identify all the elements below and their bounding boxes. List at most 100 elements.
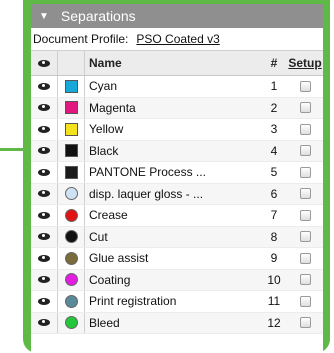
color-swatch-cell xyxy=(57,140,85,161)
setup-checkbox-cell xyxy=(287,231,323,243)
table-row[interactable]: Coating 10 xyxy=(31,269,323,291)
visibility-header-eye-icon[interactable] xyxy=(31,59,57,67)
setup-checkbox[interactable] xyxy=(299,102,311,114)
setup-checkbox-cell xyxy=(287,274,323,286)
setup-checkbox[interactable] xyxy=(299,231,311,243)
color-swatch-cell xyxy=(57,97,85,118)
separation-name: Cyan xyxy=(89,79,118,94)
separation-number: 6 xyxy=(270,186,278,201)
color-swatch-cell xyxy=(57,119,85,140)
visibility-eye-icon[interactable] xyxy=(31,276,57,284)
name-column-header[interactable]: Name xyxy=(85,56,261,70)
color-swatch xyxy=(64,101,78,115)
setup-checkbox-cell xyxy=(287,166,323,178)
table-row[interactable]: Magenta 2 xyxy=(31,97,323,119)
swatch-header xyxy=(57,51,85,75)
color-swatch xyxy=(64,187,78,201)
separation-name: Cut xyxy=(89,229,108,244)
document-profile-row: Document Profile: PSO Coated v3 xyxy=(31,28,323,51)
visibility-eye-icon[interactable] xyxy=(31,254,57,262)
panel-title-bar[interactable]: ▼ Separations xyxy=(31,4,323,28)
separation-name: Glue assist xyxy=(89,251,149,266)
visibility-eye-icon[interactable] xyxy=(31,233,57,241)
separation-number: 12 xyxy=(267,315,281,330)
color-swatch xyxy=(64,165,78,179)
visibility-eye-icon[interactable] xyxy=(31,211,57,219)
table-row[interactable]: Bleed 12 xyxy=(31,312,323,334)
separation-name: Magenta xyxy=(89,100,136,115)
setup-checkbox-cell xyxy=(287,145,323,157)
color-swatch xyxy=(64,251,78,265)
separation-number: 7 xyxy=(270,208,278,223)
separation-number: 9 xyxy=(270,251,278,266)
setup-column-header[interactable]: Setup xyxy=(287,56,323,70)
visibility-eye-icon[interactable] xyxy=(31,319,57,327)
setup-checkbox[interactable] xyxy=(299,295,311,307)
separation-name: Black xyxy=(89,143,119,158)
separation-number: 8 xyxy=(270,229,278,244)
color-swatch-cell xyxy=(57,226,85,247)
color-swatch-cell xyxy=(57,76,85,97)
color-swatch-cell xyxy=(57,162,85,183)
visibility-eye-icon[interactable] xyxy=(31,168,57,176)
visibility-eye-icon[interactable] xyxy=(31,147,57,155)
separations-list: Cyan 1 Magenta 2 Yellow 3 Black 4 PANTONE Proces… xyxy=(31,76,323,334)
visibility-eye-icon[interactable] xyxy=(31,82,57,90)
color-swatch xyxy=(64,273,78,287)
separation-number: 5 xyxy=(270,165,278,180)
setup-checkbox[interactable] xyxy=(299,274,311,286)
separation-name: Crease xyxy=(89,208,128,223)
table-row[interactable]: disp. laquer gloss - ... 6 xyxy=(31,183,323,205)
separation-number: 10 xyxy=(267,272,281,287)
setup-checkbox[interactable] xyxy=(299,209,311,221)
setup-checkbox[interactable] xyxy=(299,252,311,264)
number-column-header[interactable]: # xyxy=(261,56,287,70)
setup-checkbox-cell xyxy=(287,209,323,221)
setup-checkbox[interactable] xyxy=(299,80,311,92)
color-swatch xyxy=(64,79,78,93)
visibility-eye-icon[interactable] xyxy=(31,104,57,112)
color-swatch-cell xyxy=(57,183,85,204)
color-swatch xyxy=(64,122,78,136)
color-swatch-cell xyxy=(57,248,85,269)
setup-checkbox[interactable] xyxy=(299,166,311,178)
color-swatch-cell xyxy=(57,205,85,226)
separation-name: disp. laquer gloss - ... xyxy=(89,186,204,201)
setup-checkbox-cell xyxy=(287,252,323,264)
color-swatch xyxy=(64,144,78,158)
color-swatch-cell xyxy=(57,312,85,333)
setup-checkbox[interactable] xyxy=(299,145,311,157)
setup-checkbox-cell xyxy=(287,80,323,92)
document-profile-link[interactable]: PSO Coated v3 xyxy=(136,32,219,46)
table-row[interactable]: Cyan 1 xyxy=(31,76,323,98)
setup-checkbox[interactable] xyxy=(299,123,311,135)
setup-checkbox-cell xyxy=(287,317,323,329)
visibility-eye-icon[interactable] xyxy=(31,125,57,133)
color-swatch-cell xyxy=(57,269,85,290)
table-row[interactable]: Black 4 xyxy=(31,140,323,162)
table-row[interactable]: Cut 8 xyxy=(31,226,323,248)
document-profile-label: Document Profile: xyxy=(33,32,129,46)
setup-checkbox[interactable] xyxy=(299,188,311,200)
setup-checkbox[interactable] xyxy=(299,317,311,329)
setup-checkbox-cell xyxy=(287,295,323,307)
color-swatch xyxy=(64,316,78,330)
collapse-triangle-icon[interactable]: ▼ xyxy=(39,11,49,22)
table-row[interactable]: PANTONE Process ... 5 xyxy=(31,162,323,184)
visibility-eye-icon[interactable] xyxy=(31,297,57,305)
visibility-eye-icon[interactable] xyxy=(31,190,57,198)
setup-checkbox-cell xyxy=(287,102,323,114)
separation-name: PANTONE Process ... xyxy=(89,165,206,180)
panel-title: Separations xyxy=(60,8,136,24)
table-row[interactable]: Glue assist 9 xyxy=(31,248,323,270)
separation-number: 11 xyxy=(267,294,281,309)
separation-number: 1 xyxy=(270,79,278,94)
color-swatch xyxy=(64,208,78,222)
setup-checkbox-cell xyxy=(287,188,323,200)
table-row[interactable]: Crease 7 xyxy=(31,205,323,227)
table-row[interactable]: Yellow 3 xyxy=(31,119,323,141)
separation-name: Print registration xyxy=(89,294,177,309)
table-row[interactable]: Print registration 11 xyxy=(31,291,323,313)
separation-number: 4 xyxy=(270,143,278,158)
separations-panel: ▼ Separations Document Profile: PSO Coat… xyxy=(31,4,323,353)
